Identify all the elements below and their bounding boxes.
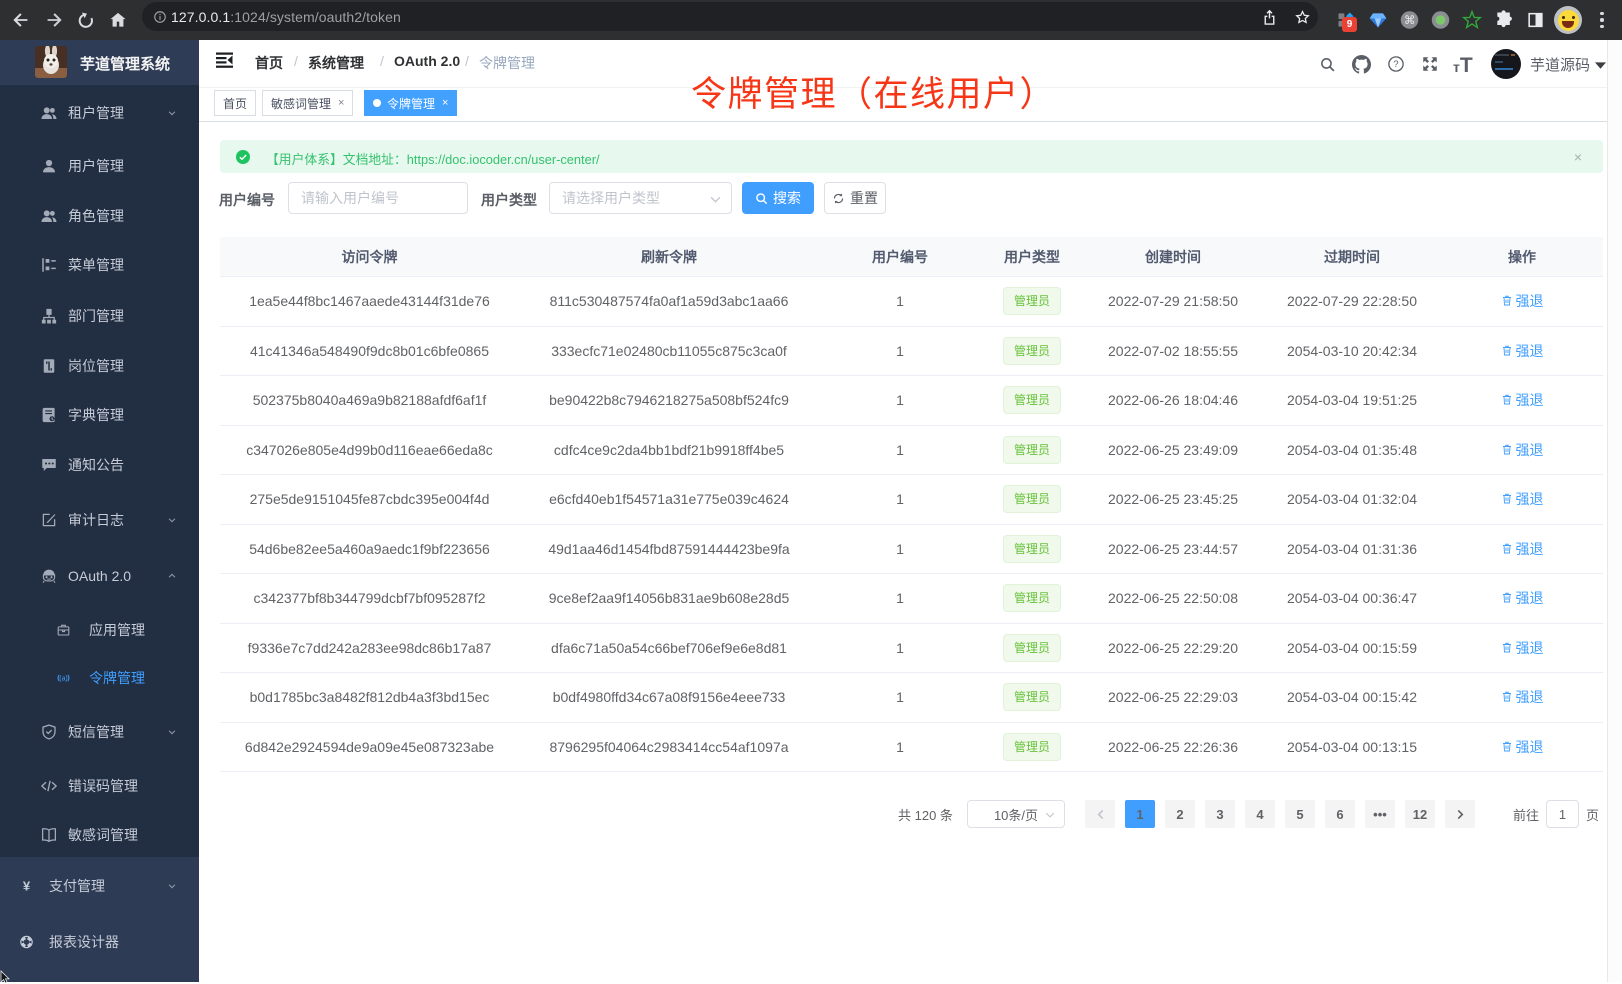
svg-text:¥: ¥ bbox=[23, 879, 31, 894]
svg-text:(a): (a) bbox=[59, 676, 67, 683]
svg-text:⌘: ⌘ bbox=[1404, 15, 1415, 27]
svg-text:?: ? bbox=[1393, 59, 1398, 69]
